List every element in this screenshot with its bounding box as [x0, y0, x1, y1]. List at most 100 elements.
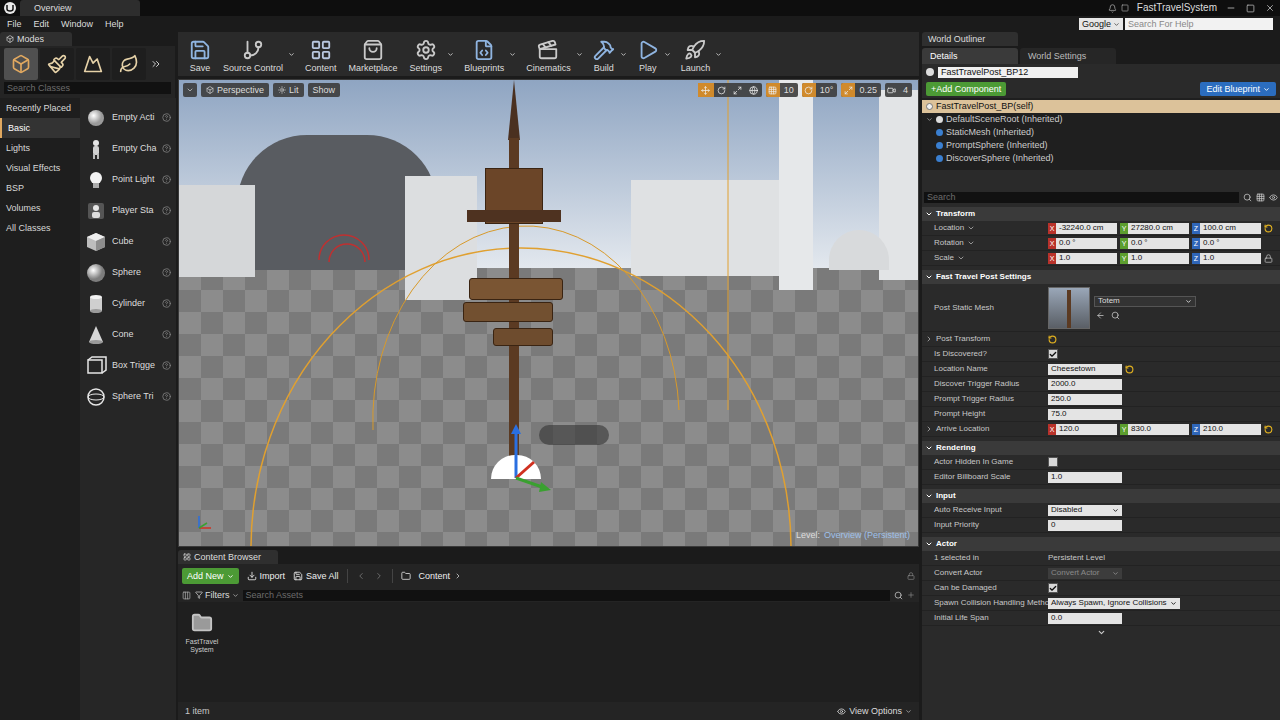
vector-field[interactable]: Y0.0 °: [1120, 238, 1189, 249]
section-header[interactable]: Actor: [922, 537, 1280, 551]
component-item[interactable]: FastTravelPost_BP(self): [922, 100, 1280, 113]
level-tab[interactable]: Overview: [20, 0, 140, 16]
save-all-button[interactable]: Save All: [293, 571, 339, 581]
class-item[interactable]: Cube: [80, 226, 176, 257]
category-item[interactable]: Volumes: [0, 198, 80, 218]
toolbar-dropdown[interactable]: [664, 32, 674, 76]
class-item[interactable]: Box Trigge: [80, 350, 176, 381]
toolbar-button[interactable]: Content: [300, 32, 342, 76]
component-item[interactable]: DefaultSceneRoot (Inherited): [922, 113, 1280, 126]
class-item[interactable]: Point Light: [80, 164, 176, 195]
search-engine-dropdown[interactable]: Google: [1079, 18, 1123, 30]
category-item[interactable]: Recently Placed: [0, 98, 80, 118]
menu-item[interactable]: Edit: [34, 20, 50, 29]
help-icon[interactable]: [162, 237, 171, 246]
reset-icon[interactable]: [1264, 224, 1273, 233]
sources-icon[interactable]: [182, 591, 191, 600]
help-icon[interactable]: [162, 299, 171, 308]
checkbox[interactable]: [1048, 583, 1058, 593]
number-field[interactable]: 1.0: [1048, 472, 1122, 483]
mesh-thumbnail[interactable]: [1048, 287, 1090, 329]
folder-tile[interactable]: FastTravel System: [184, 612, 220, 702]
help-icon[interactable]: [162, 361, 171, 370]
mode-button[interactable]: [40, 48, 74, 80]
use-selected-icon[interactable]: [1096, 311, 1105, 320]
reset-icon[interactable]: [1048, 335, 1057, 344]
lock-icon[interactable]: [907, 572, 915, 580]
toolbar-dropdown[interactable]: [715, 32, 725, 76]
content-browser-tab[interactable]: Content Browser: [178, 550, 278, 564]
world-outliner-tab[interactable]: World Outliner: [922, 32, 1018, 46]
snap-control[interactable]: 10°: [802, 83, 838, 97]
more-icon[interactable]: [150, 58, 162, 70]
number-field[interactable]: 0: [1048, 520, 1122, 531]
category-item[interactable]: Basic: [0, 118, 80, 138]
dropdown[interactable]: Always Spawn, Ignore Collisions: [1048, 598, 1180, 609]
menu-item[interactable]: Help: [105, 20, 124, 29]
transform-tool[interactable]: [746, 83, 762, 97]
scroll-down-icon[interactable]: [1097, 628, 1106, 637]
edit-blueprint-button[interactable]: Edit Blueprint: [1200, 82, 1276, 96]
section-header[interactable]: Fast Travel Post Settings: [922, 270, 1280, 284]
transform-tool[interactable]: [698, 83, 714, 97]
toolbar-button[interactable]: Play: [632, 32, 664, 76]
component-item[interactable]: StaticMesh (Inherited): [922, 126, 1280, 139]
class-item[interactable]: Empty Acti: [80, 102, 176, 133]
save-search-icon[interactable]: [907, 591, 915, 599]
forward-icon[interactable]: [374, 571, 384, 581]
checkbox[interactable]: [1048, 457, 1058, 467]
add-component-button[interactable]: +Add Component: [926, 82, 1006, 96]
lock-icon[interactable]: [1264, 254, 1273, 263]
mode-button[interactable]: [4, 48, 38, 80]
class-item[interactable]: Empty Cha: [80, 133, 176, 164]
help-icon[interactable]: [162, 113, 171, 122]
asset-search[interactable]: Search Assets: [243, 590, 891, 601]
menu-item[interactable]: Window: [61, 20, 93, 29]
class-item[interactable]: Player Sta: [80, 195, 176, 226]
toolbar-button[interactable]: Blueprints: [459, 32, 509, 76]
reset-icon[interactable]: [1264, 425, 1273, 434]
view-mode-button[interactable]: Perspective: [201, 83, 269, 97]
toolbar-dropdown[interactable]: [509, 32, 519, 76]
expand-icon[interactable]: [926, 116, 933, 123]
toolbar-dropdown[interactable]: [288, 32, 298, 76]
vector-field[interactable]: X-32240.0 cm: [1048, 223, 1117, 234]
number-field[interactable]: 250.0: [1048, 394, 1122, 405]
snap-control[interactable]: 0.25: [841, 83, 881, 97]
maximize-icon[interactable]: [1246, 4, 1255, 13]
mode-button[interactable]: [112, 48, 146, 80]
browse-icon[interactable]: [1111, 311, 1120, 320]
class-item[interactable]: Cylinder: [80, 288, 176, 319]
number-field[interactable]: 75.0: [1048, 409, 1122, 420]
details-tab[interactable]: Details: [922, 48, 1018, 64]
toolbar-dropdown[interactable]: [576, 32, 586, 76]
dropdown[interactable]: Disabled: [1048, 505, 1122, 516]
category-item[interactable]: BSP: [0, 178, 80, 198]
expand-icon[interactable]: [925, 425, 933, 433]
vector-field[interactable]: Z1.0: [1192, 253, 1261, 264]
category-item[interactable]: Visual Effects: [0, 158, 80, 178]
section-header[interactable]: Transform: [922, 207, 1280, 221]
toolbar-button[interactable]: Settings: [405, 32, 448, 76]
help-icon[interactable]: [162, 175, 171, 184]
help-icon[interactable]: [162, 392, 171, 401]
category-item[interactable]: All Classes: [0, 218, 80, 238]
reset-icon[interactable]: [1125, 365, 1134, 374]
menu-icon[interactable]: [967, 239, 975, 247]
show-button[interactable]: Show: [308, 83, 341, 97]
help-icon[interactable]: [162, 268, 171, 277]
toolbar-button[interactable]: Build: [588, 32, 620, 76]
section-header[interactable]: Input: [922, 489, 1280, 503]
category-item[interactable]: Lights: [0, 138, 80, 158]
snap-control[interactable]: 10: [766, 83, 798, 97]
menu-item[interactable]: File: [7, 20, 22, 29]
vector-field[interactable]: X120.0: [1048, 424, 1117, 435]
toolbar-button[interactable]: Cinematics: [521, 32, 576, 76]
transform-tool[interactable]: [714, 83, 730, 97]
vector-field[interactable]: Y27280.0 cm: [1120, 223, 1189, 234]
help-icon[interactable]: [162, 144, 171, 153]
help-icon[interactable]: [162, 330, 171, 339]
class-item[interactable]: Sphere Tri: [80, 381, 176, 412]
details-tab[interactable]: World Settings: [1020, 48, 1116, 64]
class-search[interactable]: Search Classes: [4, 82, 171, 94]
